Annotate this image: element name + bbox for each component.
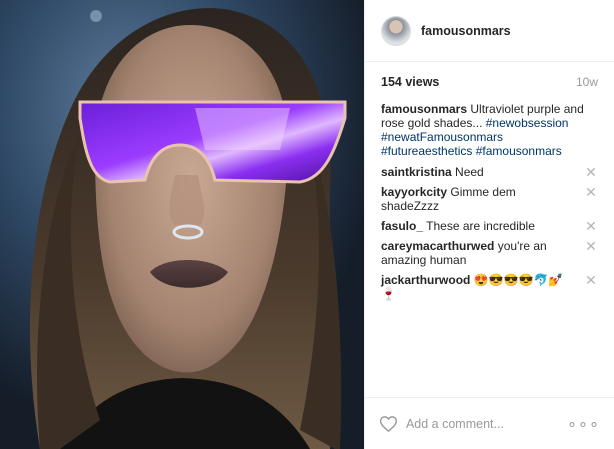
comment-item: fasulo_ These are incredible ✕ [381, 216, 598, 236]
video-frame-image [0, 0, 364, 449]
view-count[interactable]: 154 views [381, 75, 439, 89]
comment-text: Need [455, 165, 484, 179]
post-details-panel: famousonmars 154 views 10w famousonmars … [364, 0, 614, 449]
post-header: famousonmars [365, 0, 614, 62]
comment-list: famousonmars Ultraviolet purple and rose… [365, 90, 614, 304]
author-avatar[interactable] [381, 15, 411, 46]
post-meta: 154 views 10w [365, 74, 614, 90]
hashtag-link[interactable]: #newatFamousonmars [381, 130, 503, 144]
hashtag-link[interactable]: #futureaesthetics [381, 144, 472, 158]
close-icon[interactable]: ✕ [584, 273, 598, 287]
post-age[interactable]: 10w [576, 75, 598, 89]
comment-item: kayyorkcity Gimme dem shadeZzzz ✕ [381, 182, 598, 216]
comment-username[interactable]: jackarthurwood [381, 273, 470, 287]
more-options-icon[interactable]: ∘∘∘ [567, 414, 600, 434]
comment-text: These are incredible [426, 219, 535, 233]
comment-item: careymacarthurwed you're an amazing huma… [381, 236, 598, 270]
comment-item: saintkristina Need ✕ [381, 162, 598, 182]
close-icon[interactable]: ✕ [584, 165, 598, 179]
hashtag-link[interactable]: #newobsession [486, 116, 569, 130]
post-caption: famousonmars Ultraviolet purple and rose… [381, 102, 598, 158]
hashtag-link[interactable]: #famousonmars [476, 144, 562, 158]
comment-username[interactable]: careymacarthurwed [381, 239, 494, 253]
close-icon[interactable]: ✕ [584, 185, 598, 199]
comment-username[interactable]: kayyorkcity [381, 185, 447, 199]
comment-item: jackarthurwood 😍😎😎😎🐬💅🍷 ✕ [381, 270, 598, 304]
comment-username[interactable]: saintkristina [381, 165, 452, 179]
comment-footer: ∘∘∘ [365, 397, 614, 449]
post-video[interactable] [0, 0, 364, 449]
caption-username[interactable]: famousonmars [381, 102, 467, 116]
comment-username[interactable]: fasulo_ [381, 219, 423, 233]
close-icon[interactable]: ✕ [584, 219, 598, 233]
author-username-link[interactable]: famousonmars [421, 24, 511, 38]
add-comment-input[interactable] [405, 416, 567, 431]
heart-outline-icon[interactable] [379, 414, 398, 434]
instagram-post: famousonmars 154 views 10w famousonmars … [0, 0, 614, 449]
close-icon[interactable]: ✕ [584, 239, 598, 253]
